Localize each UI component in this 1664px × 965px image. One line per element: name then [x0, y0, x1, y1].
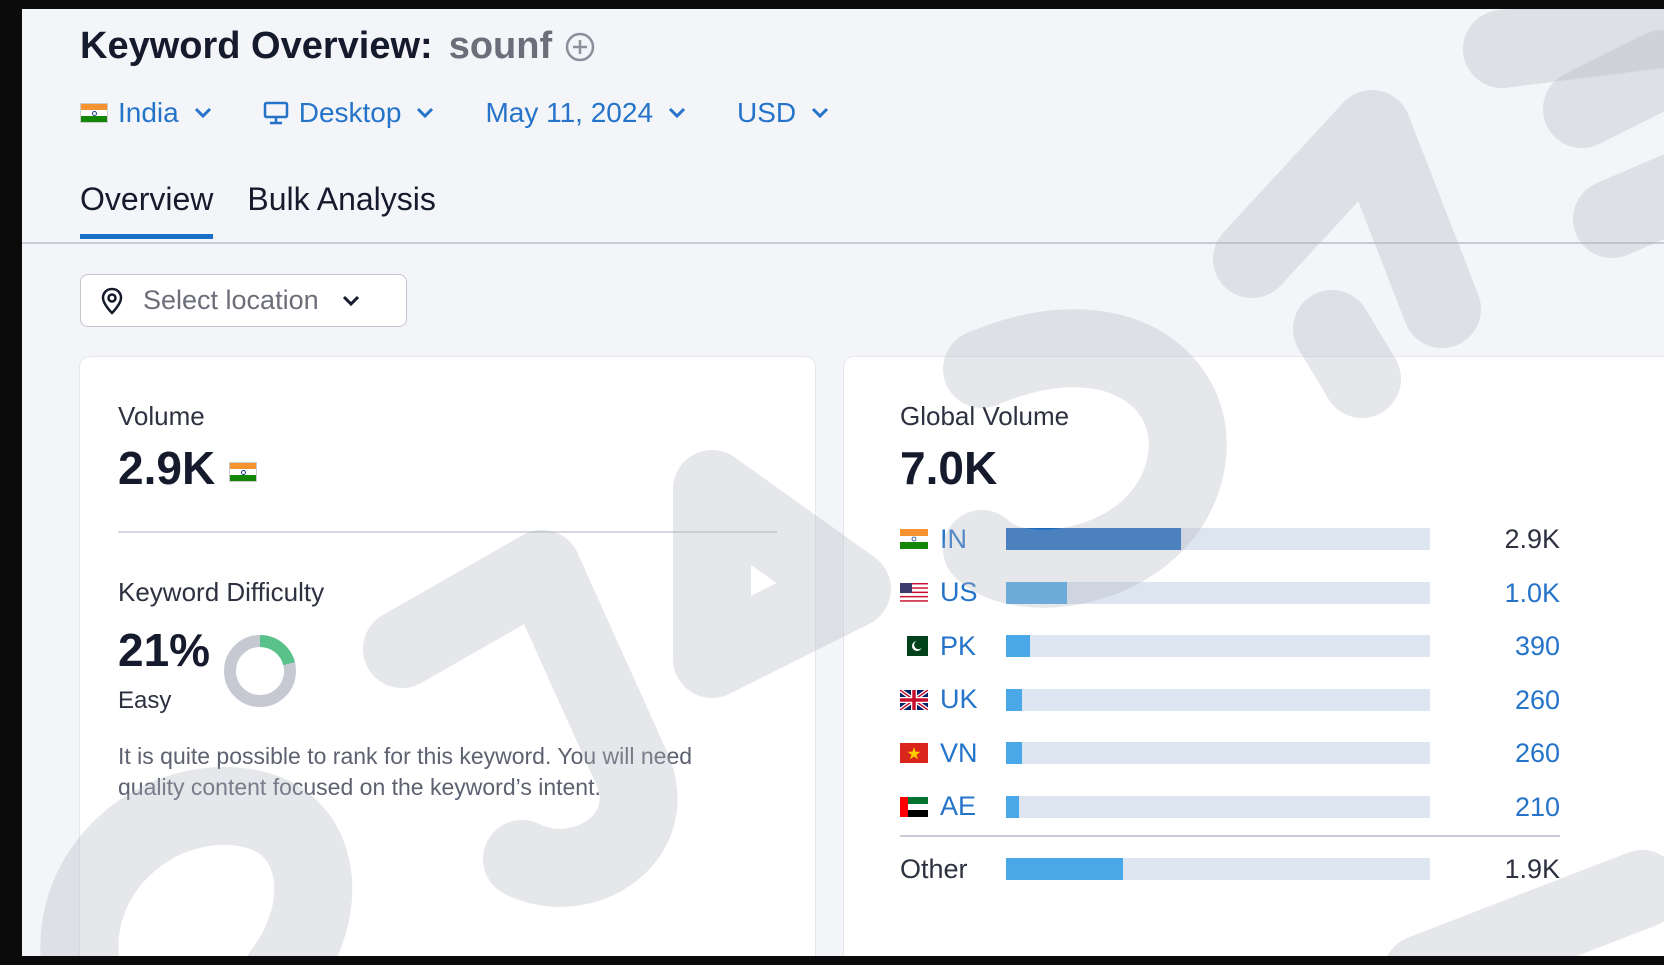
india-flag-icon	[900, 529, 928, 549]
other-value: 1.9K	[1504, 854, 1560, 884]
other-countries-row[interactable]: Other 1.9K	[900, 853, 1560, 885]
us-flag-icon	[900, 582, 928, 603]
volume-bar-track	[1006, 795, 1430, 818]
volume-bar-fill	[1006, 581, 1067, 604]
keyword-text: sounf	[448, 25, 553, 67]
volume-value: 2.9K	[118, 442, 216, 494]
chevron-down-icon	[812, 107, 829, 119]
country-volume-value[interactable]: 260	[1480, 685, 1560, 716]
keyword-difficulty-label: Keyword Difficulty	[118, 577, 325, 607]
other-label: Other	[900, 853, 968, 884]
page-title: Keyword Overview:	[80, 25, 433, 67]
difficulty-description: It is quite possible to rank for this ke…	[118, 743, 693, 800]
country-dropdown[interactable]: India	[80, 97, 213, 129]
country-code: IN	[940, 523, 967, 554]
volume-bar-track	[1006, 858, 1430, 880]
page-header: Keyword Overview: sounf	[80, 25, 596, 68]
country-volume-value: 2.9K	[1504, 524, 1560, 554]
country-volume-value[interactable]: 210	[1480, 792, 1560, 823]
date-dropdown-label: May 11, 2024	[485, 97, 654, 128]
volume-bar-fill	[1006, 858, 1124, 880]
difficulty-level: Easy	[118, 687, 172, 714]
uae-flag-icon	[900, 796, 928, 817]
country-list-divider	[900, 835, 1560, 837]
device-dropdown[interactable]: Desktop	[263, 97, 436, 129]
tabs-divider	[22, 242, 1664, 244]
country-row-pk[interactable]: PK 390	[900, 630, 1560, 661]
country-code: VN	[940, 737, 978, 768]
country-code: UK	[940, 684, 978, 714]
volume-bar-fill	[1006, 528, 1182, 550]
date-dropdown[interactable]: May 11, 2024	[485, 97, 687, 129]
volume-bar-fill	[1006, 635, 1030, 657]
location-pin-icon	[101, 287, 123, 315]
chevron-down-icon	[194, 107, 211, 119]
country-row-vn[interactable]: VN 260	[900, 737, 1560, 768]
country-code: PK	[940, 630, 977, 661]
uk-flag-icon	[900, 689, 928, 710]
volume-bar-fill	[1006, 688, 1022, 711]
country-volume-value[interactable]: 1.0K	[1480, 578, 1560, 609]
device-dropdown-label: Desktop	[298, 97, 402, 128]
chevron-down-icon	[342, 295, 359, 306]
vietnam-flag-icon	[900, 743, 928, 763]
chevron-down-icon	[668, 107, 686, 119]
india-flag-icon	[229, 462, 258, 482]
card-divider	[118, 531, 777, 533]
pakistan-flag-icon	[900, 636, 928, 656]
add-keyword-icon[interactable]	[564, 31, 596, 63]
country-code: US	[940, 577, 978, 607]
volume-bar-track	[1006, 688, 1430, 711]
country-dropdown-label: India	[118, 97, 179, 128]
tab-overview[interactable]: Overview	[80, 181, 214, 239]
country-volume-value[interactable]: 390	[1480, 631, 1560, 662]
tab-bar: Overview Bulk Analysis	[80, 181, 470, 239]
volume-label: Volume	[118, 401, 205, 431]
difficulty-donut-chart	[224, 635, 296, 707]
volume-bar-fill	[1006, 742, 1022, 764]
keyword-overview-page: Keyword Overview: sounf India Desktop Ma…	[22, 9, 1664, 956]
app-window: Keyword Overview: sounf India Desktop Ma…	[0, 0, 1664, 965]
global-volume-value: 7.0K	[900, 442, 998, 494]
filter-bar: India Desktop May 11, 2024 USD	[80, 97, 880, 129]
volume-difficulty-card: Volume 2.9K Keyword Difficulty 21% Easy …	[80, 357, 815, 956]
chevron-down-icon	[417, 107, 434, 119]
country-code: AE	[940, 791, 977, 821]
desktop-icon	[263, 101, 288, 125]
currency-dropdown[interactable]: USD	[737, 97, 830, 129]
volume-bar-track	[1006, 635, 1430, 657]
country-row-us[interactable]: US 1.0K	[900, 577, 1560, 608]
volume-bar-track	[1006, 742, 1430, 764]
volume-bar-fill	[1006, 795, 1019, 818]
country-volume-value[interactable]: 260	[1480, 738, 1560, 769]
global-volume-label: Global Volume	[900, 401, 1070, 431]
currency-dropdown-label: USD	[737, 97, 797, 128]
country-row-uk[interactable]: UK 260	[900, 684, 1560, 715]
location-select[interactable]: Select location	[80, 274, 407, 327]
country-row-in[interactable]: IN 2.9K	[900, 523, 1560, 554]
keyword-difficulty-value: 21%	[118, 624, 211, 676]
volume-value-row: 2.9K	[118, 441, 258, 495]
india-flag-icon	[80, 103, 108, 123]
tab-bulk-analysis[interactable]: Bulk Analysis	[247, 181, 436, 239]
country-row-ae[interactable]: AE 210	[900, 791, 1560, 822]
location-select-placeholder: Select location	[143, 285, 319, 315]
volume-bar-track	[1006, 528, 1430, 550]
global-volume-card: Global Volume 7.0K IN 2.9K US 1.0K PK 390 UK 26…	[844, 357, 1664, 956]
volume-bar-track	[1006, 581, 1430, 604]
